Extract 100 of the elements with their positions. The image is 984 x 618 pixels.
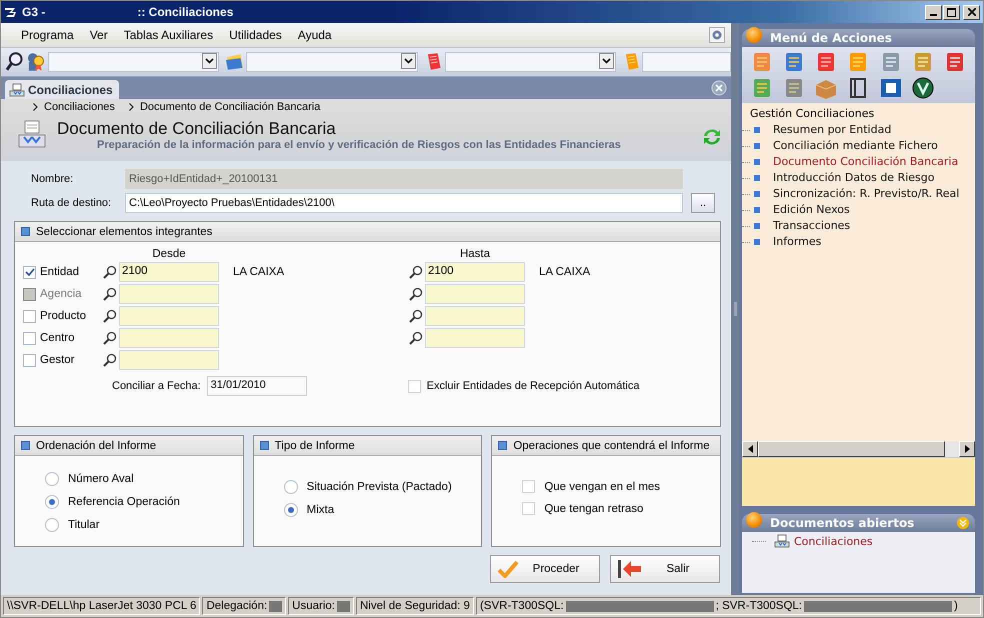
search-icon[interactable] bbox=[103, 353, 117, 367]
arrow-left-icon[interactable] bbox=[748, 445, 752, 453]
close-button[interactable] bbox=[963, 4, 980, 20]
radio-button[interactable] bbox=[45, 495, 59, 509]
field-label: Conciliar a Fecha: bbox=[112, 380, 201, 392]
input-field[interactable]: 2100 bbox=[119, 262, 219, 282]
status-text: ; SVR-T300SQL: bbox=[716, 600, 802, 612]
input-field[interactable] bbox=[119, 328, 219, 348]
group-title: Seleccionar elementos integrantes bbox=[36, 226, 212, 238]
minimize-button[interactable] bbox=[925, 4, 942, 20]
checkbox[interactable] bbox=[23, 310, 36, 322]
search-icon[interactable] bbox=[103, 287, 117, 301]
input-field[interactable] bbox=[119, 306, 219, 326]
date-field[interactable]: 31/01/2010 bbox=[206, 376, 307, 396]
breadcrumb-item[interactable]: Documento de Conciliación Bancaria bbox=[140, 101, 320, 113]
check-circle-icon[interactable] bbox=[910, 76, 936, 100]
input-field[interactable]: 2100 bbox=[425, 262, 525, 282]
collapse-icon[interactable] bbox=[957, 517, 969, 529]
page-subtitle: Preparación de la información para el envío y verificación de Riesgos con las Entidades Financieras bbox=[97, 139, 621, 151]
close-icon[interactable] bbox=[711, 80, 727, 96]
checkbox[interactable] bbox=[23, 332, 36, 344]
action-item[interactable]: Edición Nexos bbox=[742, 202, 975, 218]
page-title: Documento de Conciliación Bancaria bbox=[57, 119, 337, 139]
action-item[interactable]: Transacciones bbox=[742, 218, 975, 234]
radio-label: Mixta bbox=[306, 504, 334, 516]
menu-item[interactable]: Utilidades bbox=[221, 28, 290, 42]
action-item[interactable]: Sincronización: R. Previsto/R. Real bbox=[742, 186, 975, 202]
action-item[interactable]: Introducción Datos de Riesgo bbox=[742, 170, 975, 186]
maximize-icon bbox=[947, 8, 956, 16]
scrollbar-thumb[interactable] bbox=[758, 441, 945, 457]
dropdown[interactable] bbox=[444, 52, 616, 72]
redacted-block bbox=[269, 600, 282, 612]
search-icon[interactable] bbox=[103, 331, 117, 345]
radio-label: Titular bbox=[68, 519, 100, 531]
bullet-icon bbox=[21, 227, 30, 236]
breadcrumb-item[interactable]: Conciliaciones bbox=[44, 101, 115, 113]
checkbox-label: Gestor bbox=[40, 354, 75, 366]
input-field[interactable] bbox=[425, 328, 525, 348]
caret-icon bbox=[204, 58, 214, 64]
input-field[interactable] bbox=[425, 306, 525, 326]
search-icon[interactable] bbox=[103, 309, 117, 323]
search-icon[interactable] bbox=[5, 51, 24, 73]
checkbox-label: Centro bbox=[40, 332, 75, 344]
checkbox-label: Excluir Entidades de Recepción Automática bbox=[426, 380, 640, 392]
group-title: Ordenación del Informe bbox=[36, 440, 156, 452]
action-item[interactable]: Documento Conciliación Bancaria bbox=[742, 154, 975, 170]
checkbox-label: Entidad bbox=[40, 266, 80, 278]
status-text: Nivel de Seguridad: 9 bbox=[360, 600, 470, 612]
checkbox[interactable] bbox=[23, 354, 36, 366]
input-field[interactable] bbox=[119, 284, 219, 304]
scrollbar[interactable] bbox=[742, 441, 975, 457]
entity-name: LA CAIXA bbox=[538, 266, 592, 278]
radio-label: Número Aval bbox=[68, 473, 134, 485]
menu-item[interactable]: Ayuda bbox=[290, 28, 340, 42]
arrow-right-icon[interactable] bbox=[964, 445, 970, 453]
bullet-icon bbox=[21, 441, 30, 450]
maximize-button[interactable] bbox=[943, 4, 960, 20]
bullet-icon bbox=[260, 441, 269, 450]
radio-label: Referencia Operación bbox=[68, 496, 180, 508]
browse-button[interactable]: .. bbox=[691, 193, 715, 213]
radio-button[interactable] bbox=[284, 480, 298, 494]
status-text: Delegación: bbox=[206, 600, 268, 612]
document-tab[interactable]: Conciliaciones bbox=[5, 80, 119, 99]
checkbox[interactable] bbox=[522, 502, 536, 515]
action-item[interactable]: Informes bbox=[742, 234, 975, 250]
action-item[interactable]: Conciliación mediante Fichero bbox=[742, 138, 975, 154]
close-icon bbox=[968, 8, 976, 16]
checkbox[interactable] bbox=[23, 266, 36, 278]
action-item[interactable]: Resumen por Entidad bbox=[742, 122, 975, 138]
menu-item[interactable]: Programa bbox=[13, 28, 82, 42]
radio-button[interactable] bbox=[45, 472, 59, 486]
input-field[interactable] bbox=[119, 350, 219, 370]
dropdown[interactable] bbox=[48, 52, 219, 72]
dropdown[interactable] bbox=[246, 52, 418, 72]
menu-item[interactable]: Ver bbox=[82, 28, 116, 42]
radio-button[interactable] bbox=[284, 503, 298, 517]
logo-icon bbox=[4, 6, 18, 18]
checkbox[interactable] bbox=[408, 380, 421, 392]
status-text: (SVR-T300SQL: bbox=[480, 600, 564, 612]
exit-button[interactable]: Salir bbox=[610, 555, 720, 583]
search-icon[interactable] bbox=[409, 265, 423, 279]
bullet-icon bbox=[498, 441, 508, 450]
proceed-button[interactable]: Proceder bbox=[490, 555, 600, 583]
radio-button[interactable] bbox=[45, 518, 59, 532]
settings-icon[interactable] bbox=[709, 27, 725, 43]
app-name: G3 - bbox=[22, 5, 46, 19]
refresh-icon[interactable] bbox=[701, 127, 723, 147]
input-field[interactable] bbox=[425, 284, 525, 304]
search-icon[interactable] bbox=[409, 309, 423, 323]
exit-icon bbox=[617, 559, 643, 579]
column-heading: Hasta bbox=[458, 248, 492, 260]
search-icon[interactable] bbox=[103, 265, 117, 279]
status-text: Usuario: bbox=[292, 600, 335, 612]
text-field[interactable]: C:\Leo\Proyecto Pruebas\Entidades\2100\ bbox=[125, 193, 683, 213]
field-label: Ruta de destino: bbox=[31, 197, 112, 209]
checkbox[interactable] bbox=[522, 480, 536, 493]
panel-title: Documentos abiertos bbox=[770, 516, 914, 530]
window-title: :: Conciliaciones bbox=[137, 5, 234, 19]
search-icon[interactable] bbox=[409, 331, 423, 345]
menu-item[interactable]: Tablas Auxiliares bbox=[116, 28, 222, 42]
